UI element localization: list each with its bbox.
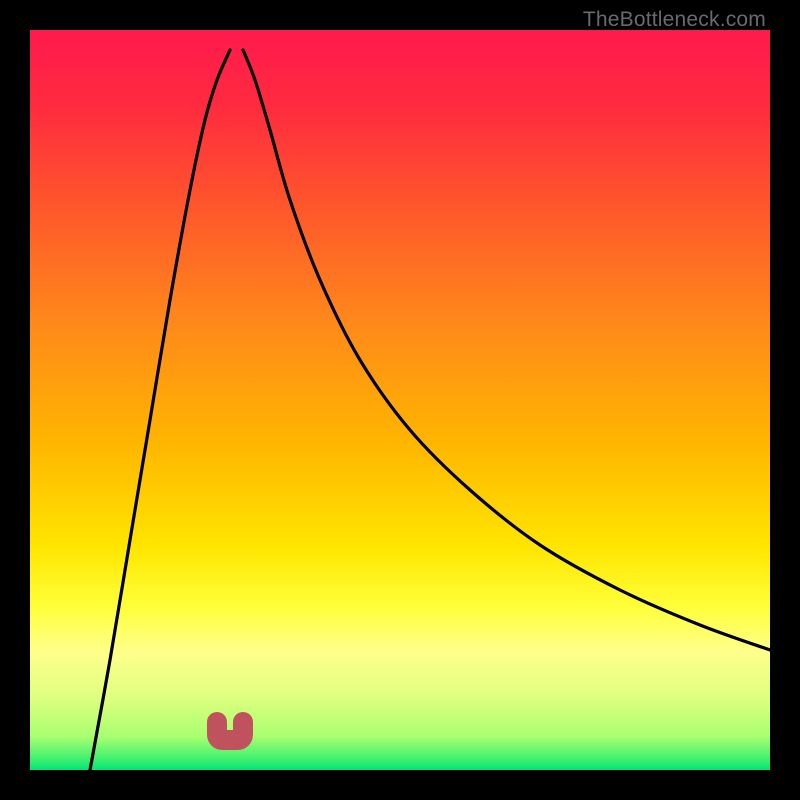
cusp-marker: [217, 722, 243, 740]
bottleneck-curve: [30, 30, 770, 770]
curve-right-branch: [243, 50, 770, 650]
chart-frame: TheBottleneck.com: [0, 0, 800, 800]
plot-area: [30, 30, 770, 770]
curve-left-branch: [90, 50, 230, 770]
watermark-text: TheBottleneck.com: [583, 8, 766, 32]
